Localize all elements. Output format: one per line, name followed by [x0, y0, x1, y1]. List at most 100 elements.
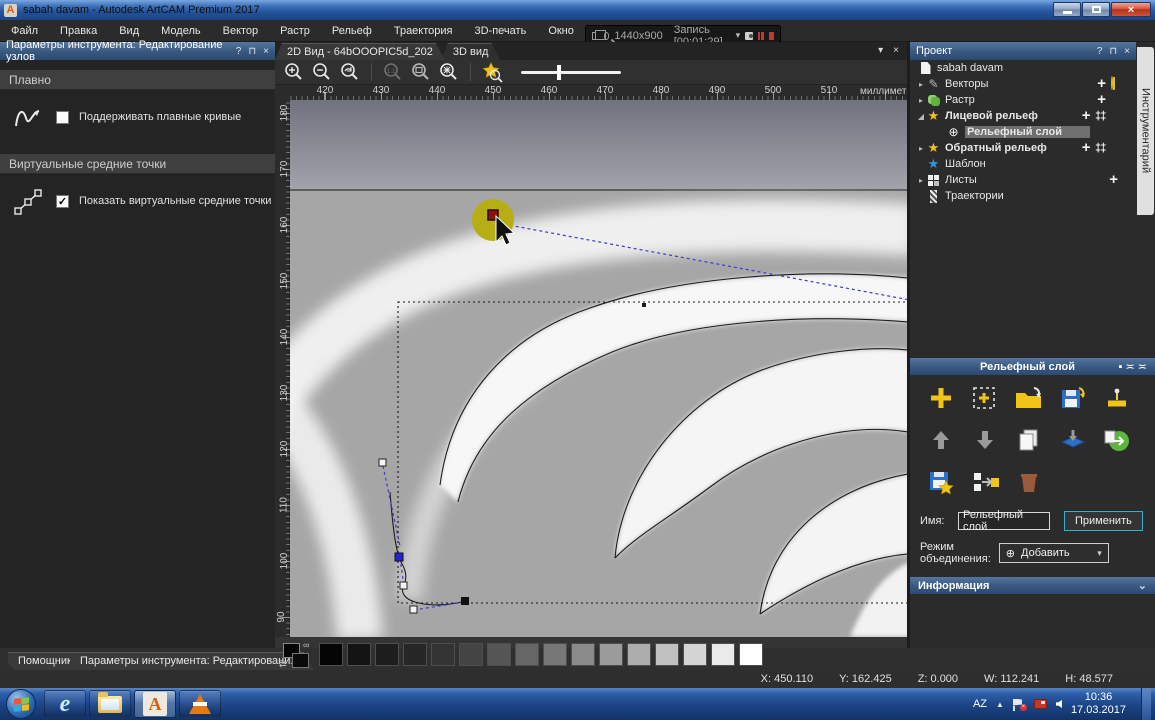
tree-row-Шаблон[interactable]: ★Шаблон	[910, 156, 1136, 172]
apply-button[interactable]: Применить	[1064, 511, 1143, 531]
add-multiple-icon[interactable]: ++++	[1095, 143, 1106, 153]
taskbar-artcam-button[interactable]: A	[134, 690, 176, 718]
palette-swatch[interactable]	[627, 643, 651, 666]
hidden-icons-arrow[interactable]: ▲	[996, 700, 1004, 709]
add-icon[interactable]: +	[1082, 111, 1091, 121]
zoom-slider[interactable]	[521, 71, 621, 74]
palette-swatch[interactable]	[403, 643, 427, 666]
expander-icon[interactable]: ▸	[916, 96, 926, 105]
visibility-bulb-icon[interactable]	[1111, 93, 1122, 107]
close-icon[interactable]: ×	[263, 46, 269, 57]
recorder-dropdown-icon[interactable]: ▾	[736, 30, 741, 41]
expander-icon[interactable]: ▸	[916, 176, 926, 185]
palette-swatch[interactable]	[487, 643, 511, 666]
primary-secondary-colors[interactable]: ∞ ⇄	[283, 643, 313, 671]
relief-panel-dock-icons[interactable]: ▪ ≍ ≍	[1119, 360, 1147, 373]
maximize-button[interactable]	[1082, 2, 1110, 17]
load-layer-icon[interactable]	[1012, 383, 1046, 413]
visibility-bulb-icon[interactable]	[1111, 157, 1122, 171]
taskbar-ie-button[interactable]: e	[44, 690, 86, 718]
expander-icon[interactable]: ▸	[916, 80, 926, 89]
add-icon[interactable]: +	[1097, 79, 1106, 89]
menu-Рельеф[interactable]: Рельеф	[321, 20, 383, 42]
tree-row-Векторы[interactable]: ▸✎Векторы+	[910, 76, 1136, 92]
menu-3D-печать[interactable]: 3D-печать	[464, 20, 538, 42]
tab-2d-view[interactable]: 2D Вид - 64bOOOPIC5d_202	[275, 43, 445, 60]
project-panel-header[interactable]: Проект ? ⊓ ×	[910, 42, 1136, 60]
smooth-curves-checkbox[interactable]	[56, 111, 69, 124]
tab-3d-view[interactable]: 3D вид	[441, 43, 501, 60]
add-icon[interactable]: +	[1082, 143, 1091, 153]
tool-panel-header[interactable]: Параметры инструмента: Редактирование уз…	[0, 42, 275, 60]
visibility-bulb-icon[interactable]	[1111, 125, 1122, 139]
recorder-tray-icon[interactable]	[1034, 699, 1047, 709]
pin-icon[interactable]: ⊓	[1109, 46, 1117, 57]
zoom-in-icon[interactable]	[283, 62, 305, 82]
move-layer-down-icon[interactable]	[968, 425, 1002, 455]
palette-swatch[interactable]	[515, 643, 539, 666]
zoom-1to1-icon[interactable]: 1:1	[382, 62, 404, 82]
taskbar-explorer-button[interactable]	[89, 690, 131, 718]
tree-row-Листы[interactable]: ▸Листы+	[910, 172, 1136, 188]
tree-root-row[interactable]: sabah davam	[910, 60, 1136, 76]
language-indicator[interactable]: AZ	[973, 698, 987, 710]
merge-mode-dropdown[interactable]: ⊕ Добавить ▾	[999, 543, 1109, 563]
palette-swatch[interactable]	[375, 643, 399, 666]
visibility-bulb-icon[interactable]	[1111, 109, 1122, 123]
palette-swatch[interactable]	[655, 643, 679, 666]
palette-swatch[interactable]	[599, 643, 623, 666]
shape-editor-icon[interactable]	[1100, 383, 1134, 413]
save-layer-special-icon[interactable]	[924, 467, 958, 497]
zoom-fit-icon[interactable]	[438, 62, 460, 82]
volume-icon[interactable]	[1056, 700, 1062, 708]
palette-swatch[interactable]	[683, 643, 707, 666]
palette-swatch[interactable]	[347, 643, 371, 666]
info-section-header[interactable]: Информация ⌄	[910, 577, 1155, 594]
menu-Растр[interactable]: Растр	[269, 20, 321, 42]
relief-panel-header[interactable]: Рельефный слой ▪ ≍ ≍	[910, 358, 1155, 375]
swap-colors-icon[interactable]: ⇄	[279, 659, 287, 670]
tree-row-Траектории[interactable]: Траектории	[910, 188, 1136, 204]
add-multiple-icon[interactable]: ++++	[1095, 111, 1106, 121]
expander-icon[interactable]: ▸	[916, 144, 926, 153]
add-icon[interactable]: +	[1109, 175, 1118, 185]
2d-canvas[interactable]	[290, 100, 907, 637]
show-midpoints-checkbox[interactable]: ✓	[56, 195, 69, 208]
zoom-out-icon[interactable]	[311, 62, 333, 82]
duplicate-layer-icon[interactable]	[1012, 425, 1046, 455]
visibility-bulb-icon[interactable]	[1111, 141, 1122, 155]
toolbox-vertical-tab[interactable]: Инструментарий	[1137, 47, 1154, 215]
palette-swatch[interactable]	[431, 643, 455, 666]
layer-name-input[interactable]: Рельефный слой	[958, 512, 1050, 530]
palette-swatch[interactable]	[319, 643, 343, 666]
palette-swatch[interactable]	[739, 643, 763, 666]
start-button[interactable]	[6, 689, 36, 719]
stop-icon[interactable]	[769, 32, 774, 40]
tree-row-Рельефный слой[interactable]: ⊕Рельефный слой	[910, 124, 1136, 140]
close-icon[interactable]: ×	[1124, 46, 1130, 57]
palette-swatch[interactable]	[711, 643, 735, 666]
close-button[interactable]: ×	[1111, 2, 1151, 17]
zoom-selected-vectors-icon[interactable]	[481, 61, 505, 83]
action-center-icon[interactable]: ×	[1013, 699, 1025, 710]
help-icon[interactable]: ?	[236, 46, 242, 57]
new-layer-from-selection-icon[interactable]	[968, 383, 1002, 413]
title-bar[interactable]: A sabah davam - Autodesk ArtCAM Premium …	[0, 0, 1155, 20]
tab-list-dropdown-icon[interactable]: ▾	[878, 45, 883, 56]
expander-icon[interactable]: ◢	[916, 112, 926, 121]
pause-icon[interactable]	[758, 32, 764, 40]
zoom-previous-icon[interactable]	[339, 62, 361, 82]
zoom-box-icon[interactable]	[410, 62, 432, 82]
zoom-slider-handle[interactable]	[557, 65, 561, 80]
minimize-button[interactable]	[1053, 2, 1081, 17]
clock[interactable]: 10:36 17.03.2017	[1071, 691, 1126, 717]
visibility-bulb-icon[interactable]	[1111, 77, 1122, 91]
tab-tool-params[interactable]: Параметры инструмента: Редактировани...	[70, 652, 314, 670]
palette-swatch[interactable]	[543, 643, 567, 666]
new-layer-icon[interactable]	[924, 383, 958, 413]
pin-icon[interactable]: ⊓	[248, 46, 256, 57]
tree-row-Лицевой рельеф[interactable]: ◢★Лицевой рельеф+++++	[910, 108, 1136, 124]
add-icon[interactable]: +	[1097, 95, 1106, 105]
delete-layer-icon[interactable]	[1012, 467, 1046, 497]
palette-swatch[interactable]	[571, 643, 595, 666]
